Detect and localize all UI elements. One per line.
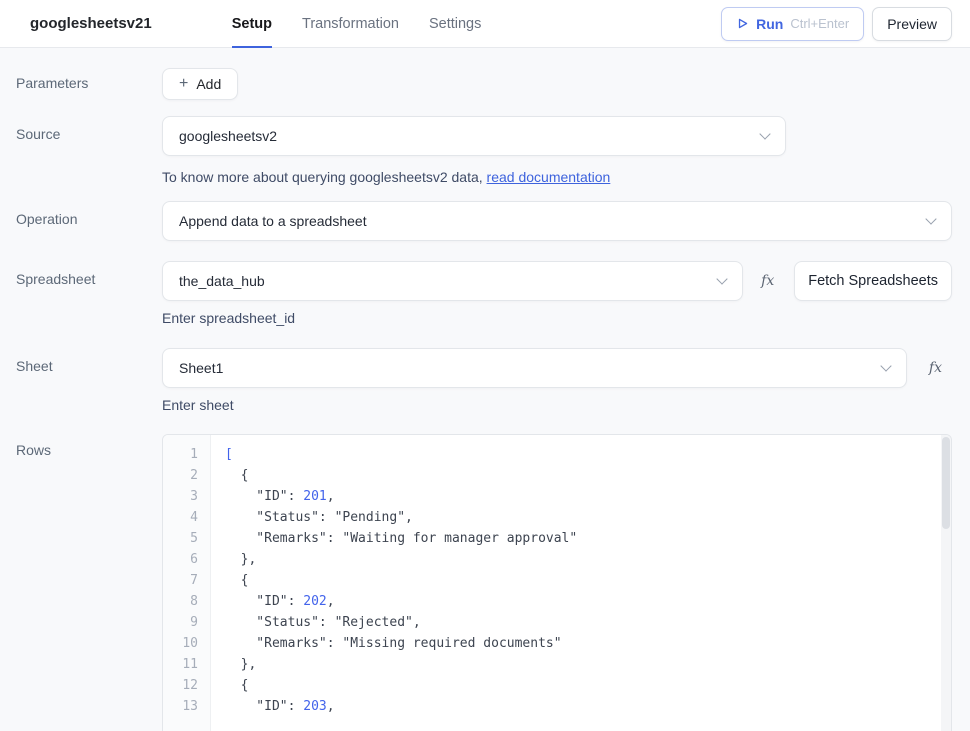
preview-button-label: Preview xyxy=(887,16,937,32)
rows-label: Rows xyxy=(16,434,162,731)
run-shortcut-hint: Ctrl+Enter xyxy=(790,16,849,31)
run-button[interactable]: Run Ctrl+Enter xyxy=(721,7,864,41)
spreadsheet-label: Spreadsheet xyxy=(16,261,162,326)
parameters-label: Parameters xyxy=(16,68,162,100)
chevron-down-icon xyxy=(925,213,936,224)
query-setup-form: Parameters + Add Source googlesheetsv2 T… xyxy=(0,48,970,731)
source-help-text: To know more about querying googlesheets… xyxy=(162,169,952,185)
sheet-help-text: Enter sheet xyxy=(162,397,952,413)
editor-code[interactable]: [ { "ID": 201, "Status": "Pending", "Rem… xyxy=(211,435,951,731)
source-label: Source xyxy=(16,116,162,185)
preview-button[interactable]: Preview xyxy=(872,7,952,41)
header-actions: Run Ctrl+Enter Preview xyxy=(721,7,952,41)
line-number: 6 xyxy=(163,549,198,570)
parameters-row: Parameters + Add xyxy=(16,68,952,100)
add-parameter-button[interactable]: + Add xyxy=(162,68,238,100)
code-line: "Status": "Pending", xyxy=(225,507,937,528)
sheet-select-value: Sheet1 xyxy=(179,360,223,376)
line-number: 1 xyxy=(163,444,198,465)
code-line: }, xyxy=(225,549,937,570)
rows-code-editor[interactable]: 12345678910111213 [ { "ID": 201, "Status… xyxy=(162,434,952,731)
line-number: 8 xyxy=(163,591,198,612)
code-line: "Status": "Rejected", xyxy=(225,612,937,633)
spreadsheet-help-text: Enter spreadsheet_id xyxy=(162,310,952,326)
operation-select-value: Append data to a spreadsheet xyxy=(179,213,367,229)
query-name[interactable]: googlesheetsv21 xyxy=(30,15,152,32)
operation-label: Operation xyxy=(16,201,162,241)
line-number: 5 xyxy=(163,528,198,549)
line-number: 10 xyxy=(163,633,198,654)
line-number: 13 xyxy=(163,696,198,717)
sheet-label: Sheet xyxy=(16,348,162,413)
fetch-spreadsheets-label: Fetch Spreadsheets xyxy=(808,273,938,289)
line-number: 11 xyxy=(163,654,198,675)
sheet-row: Sheet Sheet1 fx Enter sheet xyxy=(16,348,952,413)
chevron-down-icon xyxy=(759,128,770,139)
spreadsheet-select-value: the_data_hub xyxy=(179,273,265,289)
line-number: 3 xyxy=(163,486,198,507)
line-number: 4 xyxy=(163,507,198,528)
line-number: 12 xyxy=(163,675,198,696)
operation-row: Operation Append data to a spreadsheet xyxy=(16,201,952,241)
spreadsheet-select[interactable]: the_data_hub xyxy=(162,261,743,301)
code-line: }, xyxy=(225,654,937,675)
chevron-down-icon xyxy=(880,360,891,371)
code-line: "ID": 203, xyxy=(225,696,937,717)
line-number: 2 xyxy=(163,465,198,486)
source-select[interactable]: googlesheetsv2 xyxy=(162,116,786,156)
read-documentation-link[interactable]: read documentation xyxy=(487,169,611,185)
fetch-spreadsheets-button[interactable]: Fetch Spreadsheets xyxy=(794,261,952,301)
fx-toggle-icon[interactable]: fx xyxy=(755,273,780,289)
editor-gutter: 12345678910111213 xyxy=(163,435,211,731)
fx-toggle-icon[interactable]: fx xyxy=(923,360,948,376)
operation-select[interactable]: Append data to a spreadsheet xyxy=(162,201,952,241)
rows-row: Rows 12345678910111213 [ { "ID": 201, "S… xyxy=(16,434,952,731)
code-line: "ID": 202, xyxy=(225,591,937,612)
code-line: "Remarks": "Waiting for manager approval… xyxy=(225,528,937,549)
query-editor-tabs: Setup Transformation Settings xyxy=(232,0,482,48)
code-line: { xyxy=(225,675,937,696)
chevron-down-icon xyxy=(716,273,727,284)
code-line: "ID": 201, xyxy=(225,486,937,507)
sheet-select[interactable]: Sheet1 xyxy=(162,348,907,388)
tab-transformation[interactable]: Transformation xyxy=(302,0,399,48)
run-button-label: Run xyxy=(756,16,783,32)
spreadsheet-row: Spreadsheet the_data_hub fx Fetch Spread… xyxy=(16,261,952,326)
source-select-value: googlesheetsv2 xyxy=(179,128,277,144)
line-number: 7 xyxy=(163,570,198,591)
editor-scrollbar[interactable] xyxy=(941,435,951,731)
tab-setup[interactable]: Setup xyxy=(232,0,272,48)
play-icon xyxy=(736,17,749,30)
line-number: 9 xyxy=(163,612,198,633)
code-line: { xyxy=(225,570,937,591)
plus-icon: + xyxy=(179,76,188,92)
code-line: { xyxy=(225,465,937,486)
code-line: [ xyxy=(225,444,937,465)
editor-scrollbar-thumb[interactable] xyxy=(942,437,950,529)
add-parameter-label: Add xyxy=(196,76,221,92)
source-row: Source googlesheetsv2 To know more about… xyxy=(16,116,952,185)
query-editor-header: googlesheetsv21 Setup Transformation Set… xyxy=(0,0,970,48)
code-line: "Remarks": "Missing required documents" xyxy=(225,633,937,654)
tab-settings[interactable]: Settings xyxy=(429,0,481,48)
